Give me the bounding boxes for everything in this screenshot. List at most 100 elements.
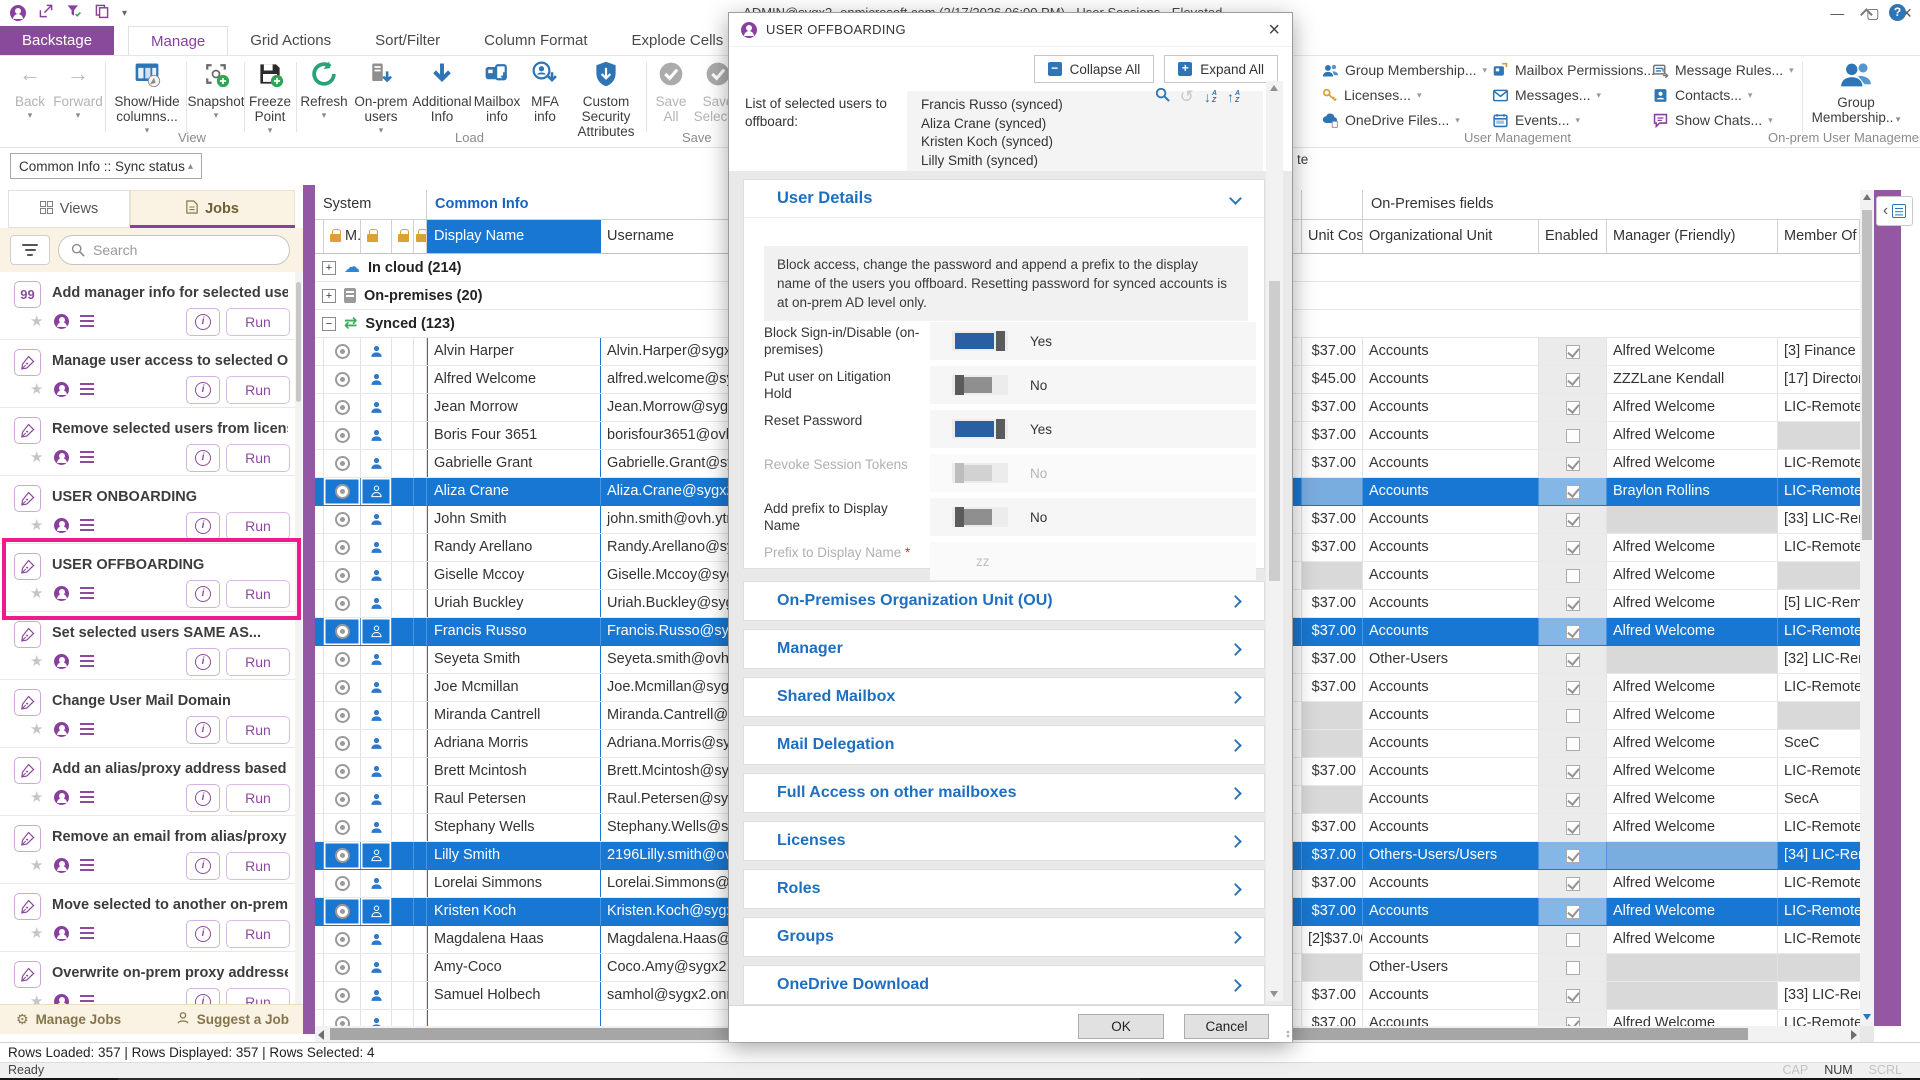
organizational-unit-cell[interactable]: Accounts	[1363, 506, 1539, 533]
enabled-cell[interactable]	[1539, 1010, 1607, 1026]
details-list-icon[interactable]	[80, 723, 94, 735]
view-selector-dropdown[interactable]: Common Info :: Sync status ▴	[10, 153, 202, 179]
member-of-cell[interactable]	[1778, 702, 1860, 729]
job-item[interactable]: USER ONBOARDING★iRun	[0, 476, 295, 544]
enabled-cell[interactable]	[1539, 758, 1607, 785]
jobs-scrollbar[interactable]	[295, 272, 302, 1004]
additional-info-button[interactable]: Additional Info	[414, 58, 470, 124]
scope-icon[interactable]	[54, 314, 69, 329]
radio-icon[interactable]	[335, 624, 350, 639]
enabled-checkbox[interactable]	[1566, 513, 1580, 527]
radio-icon[interactable]	[335, 652, 350, 667]
manager-cell[interactable]: Alfred Welcome	[1607, 618, 1778, 645]
display-name-cell[interactable]: Adriana Morris	[427, 730, 601, 757]
organizational-unit-cell[interactable]: Accounts	[1363, 618, 1539, 645]
scroll-down-icon[interactable]	[1863, 1014, 1871, 1020]
freeze-point-button[interactable]: Freeze Point▾	[246, 58, 294, 136]
display-name-cell[interactable]	[427, 1010, 601, 1026]
resize-grip[interactable]	[1280, 1030, 1290, 1040]
member-of-cell[interactable]: LIC-Remote_F	[1778, 450, 1860, 477]
snapshot-button[interactable]: Snapshot▾	[190, 58, 242, 121]
job-info-button[interactable]: i	[186, 444, 220, 472]
member-of-cell[interactable]: LIC-Remote_F	[1778, 758, 1860, 785]
radio-icon[interactable]	[335, 540, 350, 555]
enabled-checkbox[interactable]	[1566, 765, 1580, 779]
enabled-cell[interactable]	[1539, 478, 1607, 505]
group-header-onprem-fields[interactable]: On-Premises fields	[1363, 190, 1860, 219]
details-list-icon[interactable]	[80, 383, 94, 395]
enabled-checkbox[interactable]	[1566, 541, 1580, 555]
member-of-cell[interactable]: LIC-Remote_F	[1778, 814, 1860, 841]
menu-button-onedrive-files[interactable]: OneDrive Files...▾	[1322, 110, 1487, 130]
collapse-box-icon[interactable]: −	[322, 317, 336, 331]
unit-cost-cell[interactable]: $37.00	[1302, 870, 1363, 897]
enabled-cell[interactable]	[1539, 506, 1607, 533]
dialog-close-icon[interactable]: ×	[1268, 20, 1280, 40]
section-roles[interactable]: Roles	[743, 869, 1265, 909]
right-panel-toggle[interactable]: ‹	[1876, 196, 1913, 226]
forward-button[interactable]: → Forward▾	[54, 58, 102, 121]
expand-all-button[interactable]: +Expand All	[1164, 55, 1278, 83]
job-info-button[interactable]: i	[186, 988, 220, 1004]
enabled-checkbox[interactable]	[1566, 961, 1580, 975]
job-info-button[interactable]: i	[186, 920, 220, 948]
column-header-display-name[interactable]: Display Name	[427, 220, 601, 253]
section-on-premises-organization-unit-ou[interactable]: On-Premises Organization Unit (OU)	[743, 581, 1265, 621]
group-header-system[interactable]: System	[315, 190, 427, 219]
details-list-icon[interactable]	[80, 519, 94, 531]
manager-cell[interactable]: Alfred Welcome	[1607, 786, 1778, 813]
enabled-cell[interactable]	[1539, 674, 1607, 701]
section-mail-delegation[interactable]: Mail Delegation	[743, 725, 1265, 765]
scope-icon[interactable]	[54, 450, 69, 465]
display-name-cell[interactable]: John Smith	[427, 506, 601, 533]
enabled-cell[interactable]	[1539, 590, 1607, 617]
enabled-cell[interactable]	[1539, 982, 1607, 1009]
member-of-cell[interactable]: LIC-Remote_F	[1778, 478, 1860, 505]
manager-cell[interactable]: Alfred Welcome	[1607, 758, 1778, 785]
row-selector-cell[interactable]	[324, 338, 361, 365]
toggle-switch[interactable]	[952, 463, 1008, 483]
member-of-cell[interactable]: [5] LIC-Remo	[1778, 590, 1860, 617]
expand-box-icon[interactable]: +	[322, 261, 336, 275]
member-of-cell[interactable]: [17] Directors	[1778, 366, 1860, 393]
enabled-checkbox[interactable]	[1566, 821, 1580, 835]
radio-icon[interactable]	[335, 400, 350, 415]
unit-cost-cell[interactable]	[1302, 786, 1363, 813]
scope-icon[interactable]	[54, 722, 69, 737]
column-header-lock-2[interactable]	[361, 220, 392, 253]
enabled-cell[interactable]	[1539, 366, 1607, 393]
details-list-icon[interactable]	[80, 995, 94, 1004]
scroll-up-icon[interactable]	[1863, 194, 1871, 200]
manager-cell[interactable]: ZZZLane Kendall	[1607, 366, 1778, 393]
display-name-cell[interactable]: Seyeta Smith	[427, 646, 601, 673]
radio-icon[interactable]	[335, 344, 350, 359]
radio-icon[interactable]	[335, 708, 350, 723]
search-input[interactable]	[93, 242, 253, 258]
unit-cost-cell[interactable]: $37.00	[1302, 758, 1363, 785]
organizational-unit-cell[interactable]: Accounts	[1363, 730, 1539, 757]
manager-cell[interactable]: Alfred Welcome	[1607, 590, 1778, 617]
radio-icon[interactable]	[335, 484, 350, 499]
scroll-left-icon[interactable]	[318, 1030, 324, 1040]
custom-security-attributes-button[interactable]: Custom Security Attributes	[568, 58, 644, 139]
member-of-cell[interactable]	[1778, 562, 1860, 589]
row-selector-cell[interactable]	[324, 954, 361, 981]
unit-cost-cell[interactable]: $37.00	[1302, 534, 1363, 561]
section-licenses[interactable]: Licenses	[743, 821, 1265, 861]
menu-button-licenses[interactable]: Licenses...▾	[1322, 85, 1487, 105]
run-button[interactable]: Run	[226, 512, 290, 540]
run-button[interactable]: Run	[226, 988, 290, 1004]
radio-icon[interactable]	[335, 428, 350, 443]
ribbon-tab-manage[interactable]: Manage	[128, 26, 228, 55]
unit-cost-cell[interactable]: $37.00	[1302, 394, 1363, 421]
ribbon-tab-sort-filter[interactable]: Sort/Filter	[353, 26, 462, 55]
radio-icon[interactable]	[335, 988, 350, 1003]
display-name-cell[interactable]: Lorelai Simmons	[427, 870, 601, 897]
scope-icon[interactable]	[54, 586, 69, 601]
radio-icon[interactable]	[335, 512, 350, 527]
display-name-cell[interactable]: Aliza Crane	[427, 478, 601, 505]
row-selector-cell[interactable]	[324, 646, 361, 673]
run-button[interactable]: Run	[226, 920, 290, 948]
column-header-organizational-unit[interactable]: Organizational Unit	[1363, 220, 1539, 253]
member-of-cell[interactable]: LIC-Remote_F	[1778, 618, 1860, 645]
